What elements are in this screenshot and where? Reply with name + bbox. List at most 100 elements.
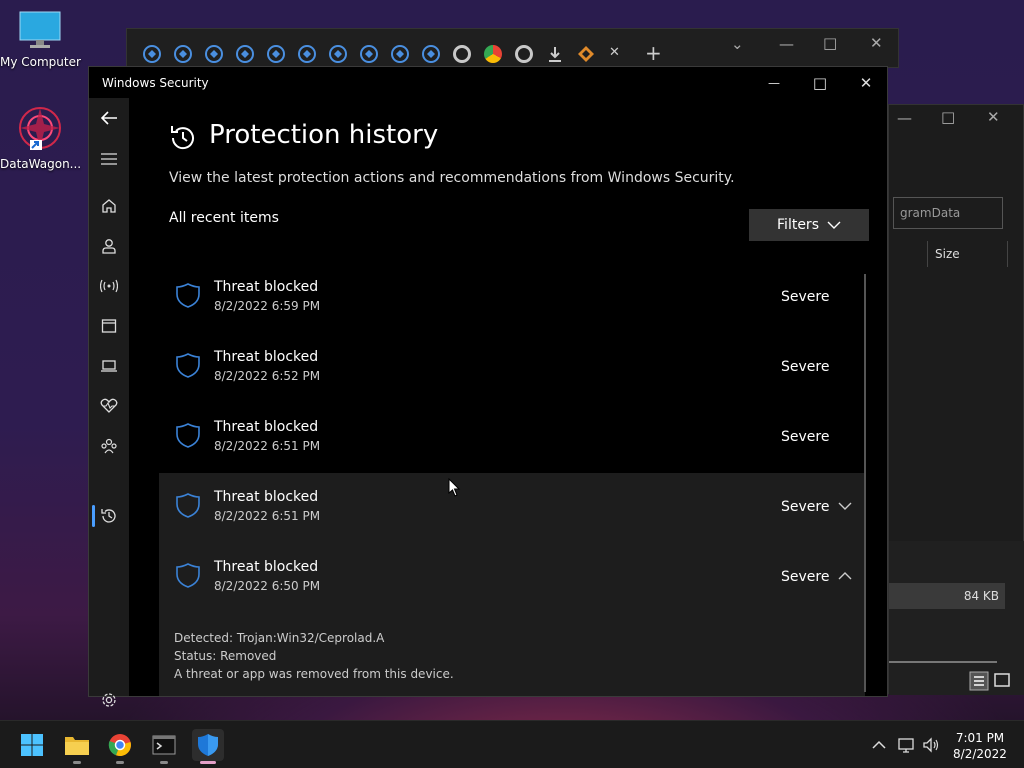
nav-account-protection[interactable] [97,234,121,258]
explorer-lower-panel: 84 KB [889,541,1024,695]
diamond-tab-icon[interactable] [577,45,595,63]
windows-security-window[interactable]: Windows Security — □ ✕ Protection histor… [88,66,888,707]
chrome-taskbar-button[interactable] [104,729,136,761]
chevron-down-icon[interactable] [837,499,853,513]
taskbar: 7:01 PM 8/2/2022 [0,720,1024,768]
threat-details: Detected: Trojan:Win32/Ceprolad.A Status… [174,629,454,683]
details-view-icon[interactable] [969,671,989,691]
shield-icon [176,283,200,308]
folder-icon [65,737,89,755]
menu-button[interactable] [97,147,121,171]
chrome-tab-icon[interactable] [453,45,471,63]
history-icon [171,126,194,150]
status-line: Status: Removed [174,649,277,663]
tab-favicon-icon[interactable] [422,45,440,63]
item-severity: Severe [781,359,830,375]
chevron-down-icon[interactable]: ⌄ [731,35,744,53]
desktop-icon-label: My Computer [0,55,81,69]
address-text: gramData [900,206,961,220]
tab-favicon-icon[interactable] [391,45,409,63]
background-explorer-window[interactable]: — □ ✕ gramData Size 84 KB [888,104,1024,695]
nav-firewall[interactable] [97,274,121,298]
nav-selection-indicator [92,505,95,527]
minimize-icon[interactable]: — [897,109,912,127]
person-icon [102,239,116,254]
tab-favicon-icon[interactable] [236,45,254,63]
chevron-up-icon[interactable] [872,740,886,750]
tab-favicon-icon[interactable] [298,45,316,63]
nav-protection-history[interactable] [97,504,121,528]
windows-security-taskbar-button[interactable] [192,729,224,761]
column-divider [927,241,928,267]
network-icon[interactable] [897,736,915,754]
start-button[interactable] [16,729,48,761]
maximize-icon[interactable]: □ [823,34,837,52]
home-icon [102,199,116,213]
nav-device-security[interactable] [97,354,121,378]
download-icon[interactable] [547,45,563,63]
column-header-size[interactable]: Size [935,247,960,261]
tab-favicon-icon[interactable] [143,45,161,63]
navigation-rail [89,98,129,707]
close-icon[interactable]: ✕ [987,108,1000,126]
background-browser-window[interactable]: ✕ + ⌄ — □ ✕ [126,28,899,68]
new-tab-icon[interactable]: + [645,41,662,65]
nav-family-options[interactable] [97,434,121,458]
close-button[interactable]: ✕ [843,71,889,95]
address-bar[interactable]: gramData [893,197,1003,229]
clock-date: 8/2/2022 [953,747,1007,761]
item-title: Threat blocked [214,279,319,295]
desktop-icon-datawagon[interactable]: DataWagon... [0,104,81,171]
list-item-expanded[interactable]: Threat blocked 8/2/2022 6:50 PM Severe D… [159,543,865,696]
network-antenna-icon [100,279,118,293]
running-indicator [116,761,124,764]
tab-favicon-icon[interactable] [174,45,192,63]
gear-icon [102,693,116,707]
chrome-tab-icon[interactable] [515,45,533,63]
item-title: Threat blocked [214,419,319,435]
maximize-button[interactable]: □ [797,71,843,95]
tab-close-icon[interactable]: ✕ [609,45,620,60]
tab-favicon-icon[interactable] [360,45,378,63]
item-severity: Severe [781,429,830,445]
tiles-view-icon[interactable] [993,671,1011,689]
nav-settings[interactable] [97,688,121,712]
item-severity: Severe [781,289,830,305]
horizontal-scrollbar[interactable] [889,661,997,663]
item-severity: Severe [781,569,830,585]
list-item[interactable]: Threat blocked 8/2/2022 6:51 PM Severe [159,403,865,473]
back-button[interactable] [97,106,121,130]
file-size-value: 84 KB [963,589,999,603]
protection-history-list: Threat blocked 8/2/2022 6:59 PM Severe T… [159,263,865,696]
tab-favicon-icon[interactable] [205,45,223,63]
family-icon [101,438,117,454]
nav-home[interactable] [97,194,121,218]
maximize-icon[interactable]: □ [941,108,955,126]
desktop-icon-my-computer[interactable]: My Computer [0,10,81,69]
nav-device-performance[interactable] [97,394,121,418]
item-title: Threat blocked [214,559,319,575]
tab-favicon-icon[interactable] [329,45,347,63]
clock-time: 7:01 PM [955,731,1005,745]
system-clock[interactable]: 7:01 PM 8/2/2022 [948,730,1012,762]
list-item[interactable]: Threat blocked 8/2/2022 6:51 PM Severe [159,473,865,543]
filters-button[interactable]: Filters [749,209,869,241]
tab-favicon-icon[interactable] [267,45,285,63]
title-bar[interactable]: Windows Security — □ ✕ [89,67,887,98]
minimize-icon[interactable]: — [779,35,794,53]
minimize-button[interactable]: — [751,71,797,95]
close-icon[interactable]: ✕ [870,34,883,52]
nav-app-browser-control[interactable] [97,314,121,338]
chrome-icon [108,734,131,757]
volume-icon[interactable] [922,736,940,754]
file-row-selected[interactable]: 84 KB [889,583,1005,609]
list-scrollbar[interactable] [864,274,866,692]
terminal-taskbar-button[interactable] [148,729,180,761]
list-item[interactable]: Threat blocked 8/2/2022 6:59 PM Severe [159,263,865,333]
google-tab-icon[interactable] [484,45,502,63]
file-explorer-taskbar-button[interactable] [61,729,93,761]
chevron-up-icon[interactable] [837,569,853,583]
laptop-icon [101,360,117,372]
item-timestamp: 8/2/2022 6:52 PM [214,369,321,383]
list-item[interactable]: Threat blocked 8/2/2022 6:52 PM Severe [159,333,865,403]
